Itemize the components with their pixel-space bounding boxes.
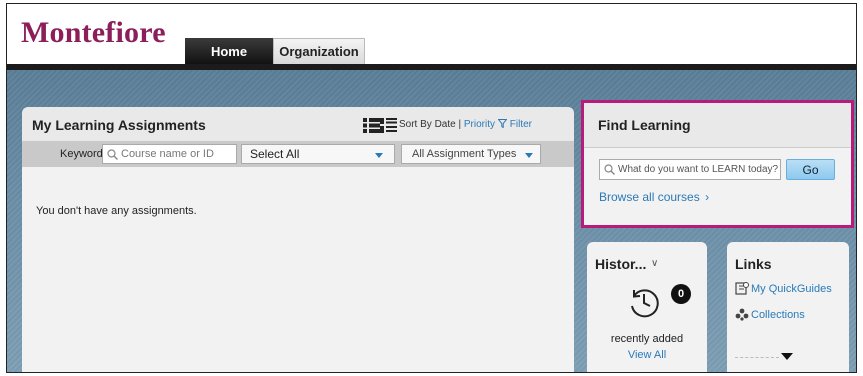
learn-search-placeholder: What do you want to LEARN today? [618, 164, 779, 175]
more-links-caret-icon[interactable] [781, 353, 793, 360]
view-all-link[interactable]: View All [587, 349, 707, 361]
keyword-label: Keyword [60, 148, 103, 160]
quickguide-icon [735, 282, 749, 295]
sort-options: Sort By Date | Priority [399, 119, 495, 130]
list-view-icon[interactable] [363, 118, 380, 133]
app-window: Montefiore Home Organization My Learning… [6, 3, 857, 373]
chevron-down-icon[interactable]: ∨ [651, 258, 658, 269]
chevron-right-icon: › [705, 190, 710, 204]
assignment-types-value: All Assignment Types [412, 148, 517, 160]
links-title: Links [735, 256, 772, 272]
history-clock-icon [631, 289, 659, 318]
search-icon [107, 148, 118, 160]
history-title[interactable]: Histor... [595, 256, 646, 272]
sort-by-date[interactable]: Sort By Date | [399, 119, 461, 130]
tab-organization[interactable]: Organization [273, 38, 365, 64]
select-all-dropdown[interactable]: Select All [241, 144, 395, 164]
browse-label: Browse all courses [599, 190, 700, 204]
search-icon [604, 164, 615, 175]
filter-bar: Keyword Course name or ID Select All All… [22, 141, 574, 167]
find-learning-body: What do you want to LEARN today? Go Brow… [584, 148, 851, 225]
empty-message: You don't have any assignments. [36, 205, 197, 217]
links-widget: Links My QuickGuides Collections [727, 242, 849, 372]
main-content: My Learning Assignments Sort By Date | P… [7, 70, 856, 372]
chevron-down-icon [525, 153, 533, 158]
chevron-down-icon [375, 153, 383, 158]
my-quickguides-link[interactable]: My QuickGuides [735, 282, 832, 295]
learn-search-input[interactable]: What do you want to LEARN today? [599, 159, 781, 180]
panel-title: My Learning Assignments [32, 117, 206, 133]
learning-assignments-panel: My Learning Assignments Sort By Date | P… [22, 107, 574, 372]
more-links-fade [735, 350, 779, 358]
my-quickguides-label: My QuickGuides [751, 282, 832, 295]
find-learning-panel: Find Learning What do you want to LEARN … [581, 100, 854, 228]
recently-added-label: recently added [610, 333, 684, 345]
detail-view-icon[interactable] [380, 118, 397, 133]
history-widget: Histor... ∨ 0 recently added View All [587, 242, 707, 372]
filter-label: Filter [509, 119, 533, 130]
browse-all-courses-link[interactable]: Browse all courses › [599, 190, 709, 204]
collections-link[interactable]: Collections [735, 308, 805, 321]
tab-home[interactable]: Home [185, 38, 273, 64]
keyword-placeholder: Course name or ID [121, 148, 214, 160]
assignment-types-dropdown[interactable]: All Assignment Types [401, 144, 541, 164]
filter-link[interactable]: Filter [497, 119, 533, 130]
recent-count-badge: 0 [671, 284, 691, 304]
keyword-search-input[interactable]: Course name or ID [102, 144, 237, 164]
go-button[interactable]: Go [786, 159, 835, 180]
sort-priority-link[interactable]: Priority [464, 119, 495, 130]
montefiore-logo[interactable]: Montefiore [21, 16, 166, 50]
select-all-value: Select All [250, 147, 300, 161]
header: Montefiore Home Organization [7, 4, 856, 66]
collections-label: Collections [751, 308, 805, 321]
collections-icon [735, 308, 749, 321]
filter-icon [497, 119, 508, 129]
assignments-list: You don't have any assignments. [22, 167, 574, 372]
find-learning-title: Find Learning [598, 117, 691, 133]
